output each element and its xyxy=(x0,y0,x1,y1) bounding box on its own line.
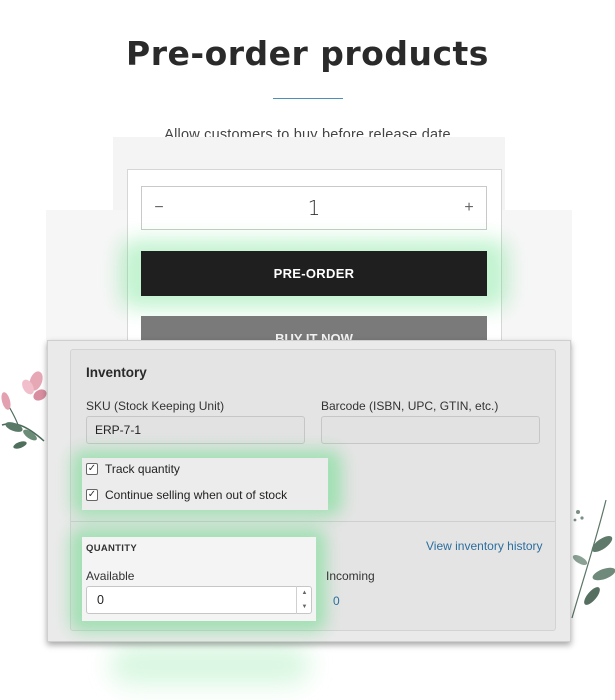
highlight-glow xyxy=(110,645,310,685)
barcode-input[interactable] xyxy=(321,416,540,444)
checkbox-checked-icon[interactable]: ✓ xyxy=(86,489,98,501)
leaf-decoration-icon xyxy=(571,500,615,619)
continue-selling-option[interactable]: ✓ Continue selling when out of stock xyxy=(86,487,287,503)
increment-button[interactable]: + xyxy=(460,197,478,219)
number-spinner[interactable]: ▲ ▼ xyxy=(296,586,312,614)
checkbox-label: Track quantity xyxy=(105,462,180,476)
spin-down-icon[interactable]: ▼ xyxy=(297,600,312,614)
view-inventory-history-link[interactable]: View inventory history xyxy=(426,539,543,553)
spin-up-icon[interactable]: ▲ xyxy=(297,586,312,600)
page-title: Pre-order products xyxy=(126,34,489,73)
incoming-value: 0 xyxy=(333,594,340,608)
sku-input[interactable]: ERP-7-1 xyxy=(86,416,305,444)
inventory-title: Inventory xyxy=(86,365,147,380)
section-divider xyxy=(71,521,555,522)
quantity-stepper: − 1 + xyxy=(141,186,487,230)
sku-label: SKU (Stock Keeping Unit) xyxy=(86,399,225,413)
quantity-value[interactable]: 1 xyxy=(142,197,486,219)
track-quantity-option[interactable]: ✓ Track quantity xyxy=(86,461,180,477)
incoming-label: Incoming xyxy=(326,569,375,583)
checkbox-label: Continue selling when out of stock xyxy=(105,488,288,502)
quantity-heading: QUANTITY xyxy=(86,543,137,554)
available-label: Available xyxy=(86,569,135,583)
flower-decoration-icon xyxy=(1,371,47,449)
preorder-button[interactable]: PRE-ORDER xyxy=(141,251,487,296)
barcode-label: Barcode (ISBN, UPC, GTIN, etc.) xyxy=(321,399,499,413)
available-input[interactable]: 0 xyxy=(86,586,312,614)
title-divider xyxy=(273,98,343,99)
checkbox-checked-icon[interactable]: ✓ xyxy=(86,463,98,475)
